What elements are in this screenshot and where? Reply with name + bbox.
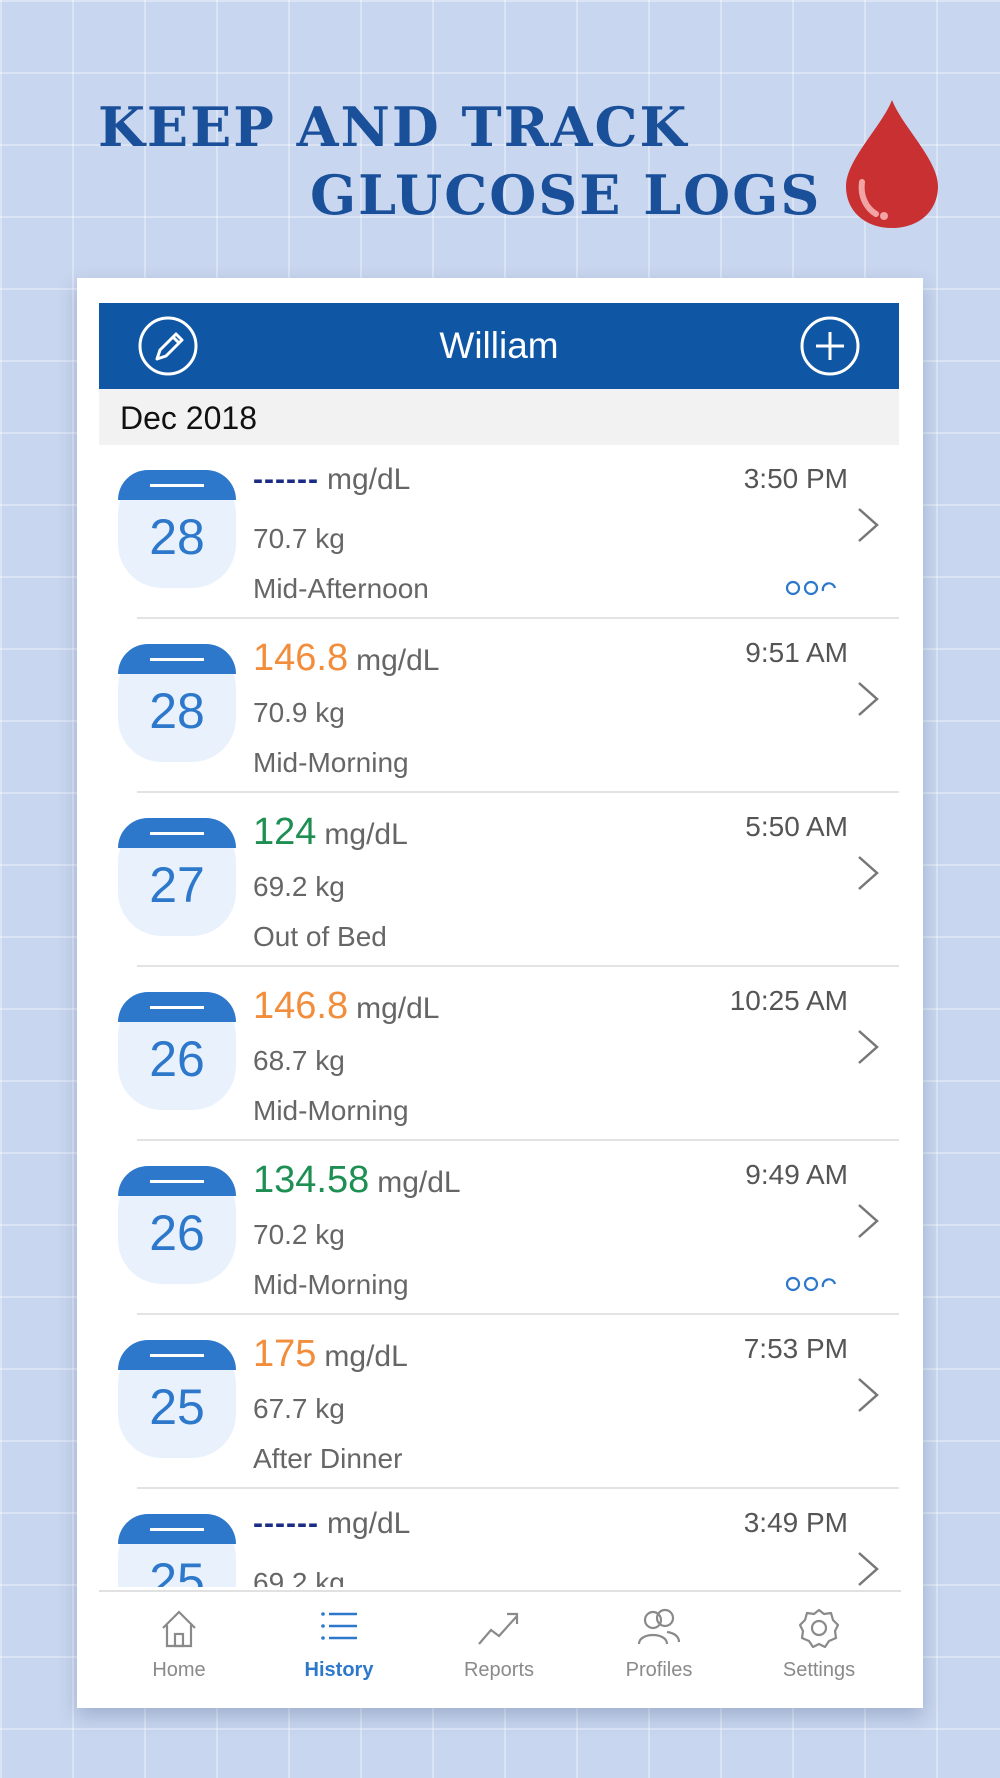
tab-bar: Home History Reports Profiles Settings bbox=[99, 1590, 901, 1708]
people-icon bbox=[637, 1608, 681, 1645]
calendar-day-icon: 28 bbox=[118, 470, 236, 588]
glucose-value: 124 bbox=[253, 811, 317, 853]
glucose-value: ------ bbox=[253, 1507, 319, 1540]
entry-time: 7:53 PM bbox=[743, 1333, 848, 1364]
chevron-right-icon bbox=[858, 1204, 879, 1238]
chevron-right-icon bbox=[858, 1552, 879, 1586]
chevron-right-icon bbox=[858, 1378, 879, 1412]
weight-value: 70.9 kg bbox=[253, 697, 345, 728]
glucose-unit: mg/dL bbox=[326, 1507, 411, 1540]
meal-tag: Mid-Morning bbox=[253, 1269, 409, 1300]
notes-indicator-icon bbox=[785, 580, 837, 596]
weight-value: 70.7 kg bbox=[253, 523, 345, 554]
tab-label: Settings bbox=[782, 1659, 856, 1681]
log-entry[interactable]: 25 175 mg/dL 67.7 kg After Dinner 7:53 PM bbox=[77, 1315, 923, 1489]
profile-header: William bbox=[99, 303, 899, 389]
entry-day: 26 bbox=[149, 1205, 205, 1261]
tab-label: Home bbox=[152, 1659, 206, 1681]
gear-icon bbox=[798, 1608, 840, 1649]
tab-history[interactable]: History bbox=[259, 1592, 419, 1708]
entry-time: 9:49 AM bbox=[745, 1159, 848, 1190]
entry-day: 25 bbox=[149, 1553, 205, 1587]
entry-time: 9:51 AM bbox=[745, 637, 848, 668]
tab-label: History bbox=[304, 1659, 374, 1681]
entry-day: 26 bbox=[149, 1031, 205, 1087]
headline-line-1: KEEP AND TRACK bbox=[98, 95, 689, 159]
list-icon bbox=[321, 1612, 357, 1640]
chevron-right-icon bbox=[858, 856, 879, 890]
weight-value: 68.7 kg bbox=[253, 1045, 345, 1076]
glucose-value: 134.58 bbox=[253, 1159, 370, 1201]
log-entry[interactable]: 25 ------ mg/dL 69.2 kg 3:49 PM bbox=[77, 1489, 923, 1587]
headline-line-2: GLUCOSE LOGS bbox=[310, 163, 822, 227]
glucose-reading: ------ mg/dL bbox=[253, 463, 410, 497]
glucose-unit: mg/dL bbox=[377, 1166, 461, 1199]
calendar-day-icon: 26 bbox=[118, 992, 236, 1110]
weight-value: 67.7 kg bbox=[253, 1393, 345, 1424]
app-screen: William Dec 2018 28 ------ mg/dL 70.7 kg … bbox=[77, 278, 923, 1708]
entry-day: 28 bbox=[149, 509, 205, 565]
log-entry[interactable]: 28 146.8 mg/dL 70.9 kg Mid-Morning 9:51 A… bbox=[77, 619, 923, 793]
log-entry[interactable]: 26 146.8 mg/dL 68.7 kg Mid-Morning 10:25 … bbox=[77, 967, 923, 1141]
weight-value: 70.2 kg bbox=[253, 1219, 345, 1250]
entry-day: 27 bbox=[149, 857, 205, 913]
blood-drop-icon bbox=[846, 100, 938, 228]
calendar-day-icon: 26 bbox=[118, 1166, 236, 1284]
tab-home[interactable]: Home bbox=[99, 1592, 259, 1708]
meal-tag: After Dinner bbox=[253, 1443, 403, 1474]
chevron-right-icon bbox=[858, 508, 879, 542]
glucose-reading: 146.8 mg/dL bbox=[253, 637, 439, 680]
month-label: Dec 2018 bbox=[120, 400, 257, 436]
trend-chart-icon bbox=[478, 1612, 519, 1645]
chevron-right-icon bbox=[858, 1030, 879, 1064]
glucose-unit: mg/dL bbox=[324, 818, 408, 851]
tab-label: Reports bbox=[463, 1659, 535, 1681]
glucose-value: ------ bbox=[253, 463, 319, 496]
home-icon bbox=[162, 1610, 196, 1648]
entry-day: 25 bbox=[149, 1379, 205, 1435]
glucose-value: 175 bbox=[253, 1333, 317, 1375]
log-entry[interactable]: 26 134.58 mg/dL 70.2 kg Mid-Morning 9:49 … bbox=[77, 1141, 923, 1315]
tab-settings[interactable]: Settings bbox=[739, 1592, 899, 1708]
meal-tag: Out of Bed bbox=[253, 921, 387, 952]
add-circle-icon[interactable] bbox=[799, 315, 861, 377]
glucose-unit: mg/dL bbox=[356, 644, 440, 677]
entry-time: 10:25 AM bbox=[729, 985, 848, 1016]
log-list[interactable]: 28 ------ mg/dL 70.7 kg Mid-Afternoon 3:5… bbox=[77, 445, 923, 1587]
tab-label: Profiles bbox=[625, 1659, 693, 1681]
glucose-reading: 124 mg/dL bbox=[253, 811, 408, 854]
glucose-reading: 175 mg/dL bbox=[253, 1333, 408, 1376]
entry-time: 3:50 PM bbox=[743, 463, 848, 494]
chevron-right-icon bbox=[858, 682, 879, 716]
entry-time: 3:49 PM bbox=[743, 1507, 848, 1538]
meal-tag: Mid-Morning bbox=[253, 747, 409, 778]
entry-day: 28 bbox=[149, 683, 205, 739]
glucose-reading: ------ mg/dL bbox=[253, 1507, 410, 1541]
log-entry[interactable]: 27 124 mg/dL 69.2 kg Out of Bed 5:50 AM bbox=[77, 793, 923, 967]
calendar-day-icon: 28 bbox=[118, 644, 236, 762]
glucose-value: 146.8 bbox=[253, 637, 349, 679]
calendar-day-icon: 27 bbox=[118, 818, 236, 936]
tab-profiles[interactable]: Profiles bbox=[579, 1592, 739, 1708]
glucose-unit: mg/dL bbox=[326, 463, 411, 496]
meal-tag: Mid-Morning bbox=[253, 1095, 409, 1126]
weight-value: 69.2 kg bbox=[253, 871, 345, 902]
calendar-day-icon: 25 bbox=[118, 1514, 236, 1587]
meal-tag: Mid-Afternoon bbox=[253, 573, 429, 604]
entry-time: 5:50 AM bbox=[745, 811, 848, 842]
profile-name: William bbox=[439, 325, 559, 366]
glucose-value: 146.8 bbox=[253, 985, 349, 1027]
weight-value: 69.2 kg bbox=[253, 1567, 345, 1587]
glucose-unit: mg/dL bbox=[356, 992, 440, 1025]
glucose-reading: 134.58 mg/dL bbox=[253, 1159, 461, 1202]
notes-indicator-icon bbox=[785, 1276, 837, 1292]
glucose-reading: 146.8 mg/dL bbox=[253, 985, 439, 1028]
calendar-day-icon: 25 bbox=[118, 1340, 236, 1458]
log-entry[interactable]: 28 ------ mg/dL 70.7 kg Mid-Afternoon 3:5… bbox=[77, 445, 923, 619]
month-section-header: Dec 2018 bbox=[99, 389, 899, 445]
glucose-unit: mg/dL bbox=[324, 1340, 408, 1373]
tab-reports[interactable]: Reports bbox=[419, 1592, 579, 1708]
